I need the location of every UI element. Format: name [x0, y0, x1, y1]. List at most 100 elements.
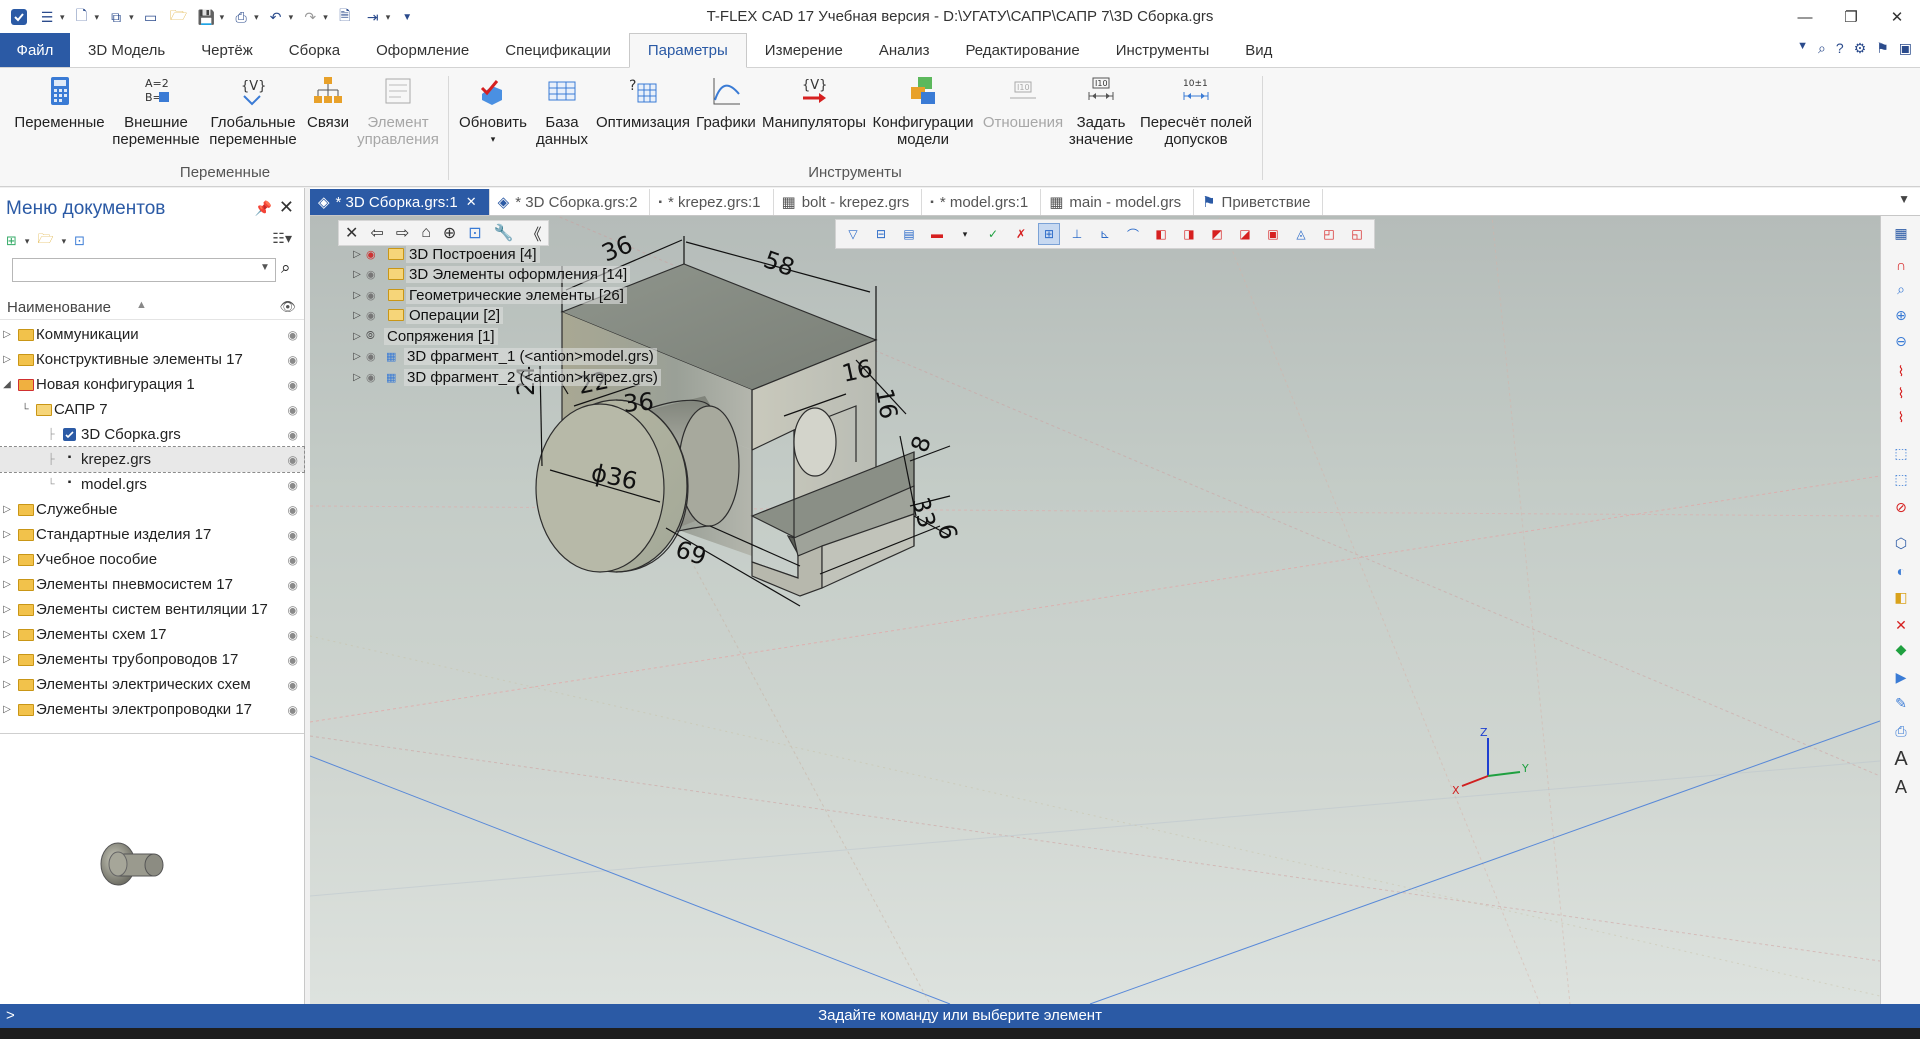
- measure-icon[interactable]: ⇥: [362, 7, 384, 27]
- doc-tab[interactable]: ⚑ Приветствие: [1194, 189, 1324, 215]
- eye-icon[interactable]: ◉: [366, 371, 382, 384]
- doc-tab[interactable]: ▪ * krepez.grs:1: [650, 189, 774, 215]
- expand-icon[interactable]: ▷: [350, 372, 364, 383]
- material-icon[interactable]: ◧: [1889, 586, 1913, 608]
- chevron-down-icon[interactable]: ▼: [260, 262, 270, 273]
- 3d-scene[interactable]: 36 58 16 16 24 22 36 ϕ36 8 33 6 69 Z Y X: [310, 216, 1880, 1004]
- update-dropdown-icon[interactable]: ▾: [452, 131, 534, 148]
- tree-item[interactable]: ▷ Элементы электропроводки 17 ◉: [0, 697, 304, 722]
- section-view-2-icon[interactable]: ⌇: [1889, 382, 1913, 404]
- expand-icon[interactable]: ▷: [350, 351, 364, 362]
- tab-design[interactable]: Оформление: [358, 33, 487, 67]
- graphs-button[interactable]: Графики: [694, 74, 758, 131]
- edit-icon[interactable]: ✎: [1889, 692, 1913, 714]
- section-view-3-icon[interactable]: ⌇: [1889, 406, 1913, 428]
- restore-button[interactable]: ❐: [1828, 0, 1874, 34]
- flag-icon[interactable]: ⚑: [1876, 40, 1889, 57]
- zoom-out-icon[interactable]: ⊖: [1889, 330, 1913, 352]
- eye-icon[interactable]: ◉: [366, 350, 382, 363]
- redo-icon[interactable]: ↷: [299, 7, 321, 27]
- back-arrow-icon[interactable]: ⇦: [370, 223, 383, 243]
- eye-icon[interactable]: ◉: [288, 653, 298, 667]
- text-icon[interactable]: A: [1889, 776, 1913, 798]
- add-library-icon[interactable]: ⊞: [6, 233, 17, 249]
- chevron-down-icon[interactable]: ▾: [129, 12, 134, 23]
- ribbon-options-icon[interactable]: ▼: [1797, 40, 1808, 57]
- doc-tab[interactable]: ◈ * 3D Сборка.grs:2: [490, 189, 651, 215]
- hidden-eye-icon[interactable]: ◉: [366, 248, 382, 261]
- eye-icon[interactable]: ◉: [288, 428, 298, 442]
- tree-item[interactable]: ◢ Новая конфигурация 1 ◉: [0, 372, 304, 397]
- expand-icon[interactable]: ▷: [0, 504, 14, 515]
- tab-tools[interactable]: Инструменты: [1098, 33, 1228, 67]
- chevron-down-icon[interactable]: ▾: [289, 12, 294, 23]
- select-operations-icon[interactable]: ◨: [1178, 223, 1200, 245]
- eye-icon[interactable]: ◉: [288, 703, 298, 717]
- select-curves-icon[interactable]: ⌒: [1122, 223, 1144, 245]
- tree-item[interactable]: ▷ Стандартные изделия 17 ◉: [0, 522, 304, 547]
- multi-select-icon[interactable]: ◱: [1346, 223, 1368, 245]
- view-options-icon[interactable]: ☷▾: [272, 230, 292, 247]
- eye-icon[interactable]: ◉: [288, 403, 298, 417]
- eye-icon[interactable]: ◉: [288, 353, 298, 367]
- eye-icon[interactable]: ◉: [366, 289, 382, 302]
- zoom-window-icon[interactable]: ⌕: [1889, 278, 1913, 300]
- close-icon[interactable]: ✕: [345, 223, 358, 243]
- 3d-viewport[interactable]: 36 58 16 16 24 22 36 ϕ36 8 33 6 69 Z Y X…: [310, 216, 1880, 1004]
- expand-icon[interactable]: ▷: [0, 329, 14, 340]
- model-tree-item[interactable]: ▷ ◉ ▦ 3D фрагмент_1 (<antion>model.grs): [350, 346, 657, 366]
- accept-icon[interactable]: ✓: [982, 223, 1004, 245]
- open-library-icon[interactable]: 🗁: [37, 230, 53, 252]
- search-help-icon[interactable]: ⌕: [1818, 40, 1826, 57]
- eye-icon[interactable]: ◉: [288, 328, 298, 342]
- expand-icon[interactable]: ▷: [350, 249, 364, 260]
- eye-icon[interactable]: ◉: [366, 309, 382, 322]
- open-folder-icon[interactable]: 🗁: [168, 7, 190, 27]
- tab-file[interactable]: Файл: [0, 33, 70, 67]
- tabs-dropdown-icon[interactable]: ▼: [1898, 192, 1910, 206]
- tab-drawing[interactable]: Чертёж: [183, 33, 271, 67]
- configurations-button[interactable]: Конфигурации модели: [870, 74, 976, 148]
- tree-item[interactable]: ▷ Учебное пособие ◉: [0, 547, 304, 572]
- printer-icon[interactable]: ⎙: [1889, 720, 1913, 742]
- hide-icon[interactable]: ✕: [1889, 614, 1913, 636]
- expand-icon[interactable]: ▷: [0, 604, 14, 615]
- axes-gizmo[interactable]: Z Y X: [1452, 726, 1529, 797]
- help-icon[interactable]: ?: [1836, 40, 1844, 57]
- forward-arrow-icon[interactable]: ⇨: [396, 223, 409, 243]
- chevron-down-icon[interactable]: ▾: [62, 236, 67, 247]
- tree-item[interactable]: └ ▪ model.grs ◉: [0, 472, 304, 497]
- customize-icon[interactable]: ▼: [396, 7, 418, 27]
- chevron-down-icon[interactable]: ▾: [220, 12, 225, 23]
- filter-icon[interactable]: ⊡: [468, 223, 481, 243]
- filter-settings-icon[interactable]: ⊟: [870, 223, 892, 245]
- eye-icon[interactable]: ◉: [288, 503, 298, 517]
- chevron-down-icon[interactable]: ▾: [323, 12, 328, 23]
- doc-tab-active[interactable]: ◈ * 3D Сборка.grs:1 ✕: [310, 189, 490, 215]
- eye-icon[interactable]: ◉: [288, 678, 298, 692]
- eye-icon[interactable]: ◉: [288, 378, 298, 392]
- undo-icon[interactable]: ↶: [265, 7, 287, 27]
- minimize-button[interactable]: —: [1782, 0, 1828, 34]
- select-loops-icon[interactable]: ◪: [1234, 223, 1256, 245]
- expand-icon[interactable]: ▷: [350, 331, 364, 342]
- tree-item[interactable]: ▷ Служебные ◉: [0, 497, 304, 522]
- expand-icon[interactable]: ▷: [0, 579, 14, 590]
- section-view-icon[interactable]: ⌇: [1889, 360, 1913, 382]
- tree-item[interactable]: └ САПР 7 ◉: [0, 397, 304, 422]
- select-faces-icon[interactable]: ⊞: [1038, 223, 1060, 245]
- expand-icon[interactable]: ▷: [0, 529, 14, 540]
- expand-icon[interactable]: ▷: [350, 269, 364, 280]
- relations-button[interactable]: I10 Отношения: [980, 74, 1066, 131]
- variables-button[interactable]: Переменные: [12, 74, 107, 131]
- text-style-icon[interactable]: A: [1889, 748, 1913, 770]
- tree-item[interactable]: ▷ Элементы пневмосистем 17 ◉: [0, 572, 304, 597]
- tab-analysis[interactable]: Анализ: [861, 33, 948, 67]
- shading-icon[interactable]: ◐: [1889, 560, 1913, 582]
- filter-icon[interactable]: ⊡: [74, 233, 85, 249]
- tree-item[interactable]: ▷ Элементы трубопроводов 17 ◉: [0, 647, 304, 672]
- recalc-tolerance-button[interactable]: 10±1 Пересчёт полей допусков: [1136, 74, 1256, 148]
- select-shapes-icon[interactable]: ◬: [1290, 223, 1312, 245]
- select-edges-icon[interactable]: ⊥: [1066, 223, 1088, 245]
- layout-icon[interactable]: ▦: [1889, 222, 1913, 244]
